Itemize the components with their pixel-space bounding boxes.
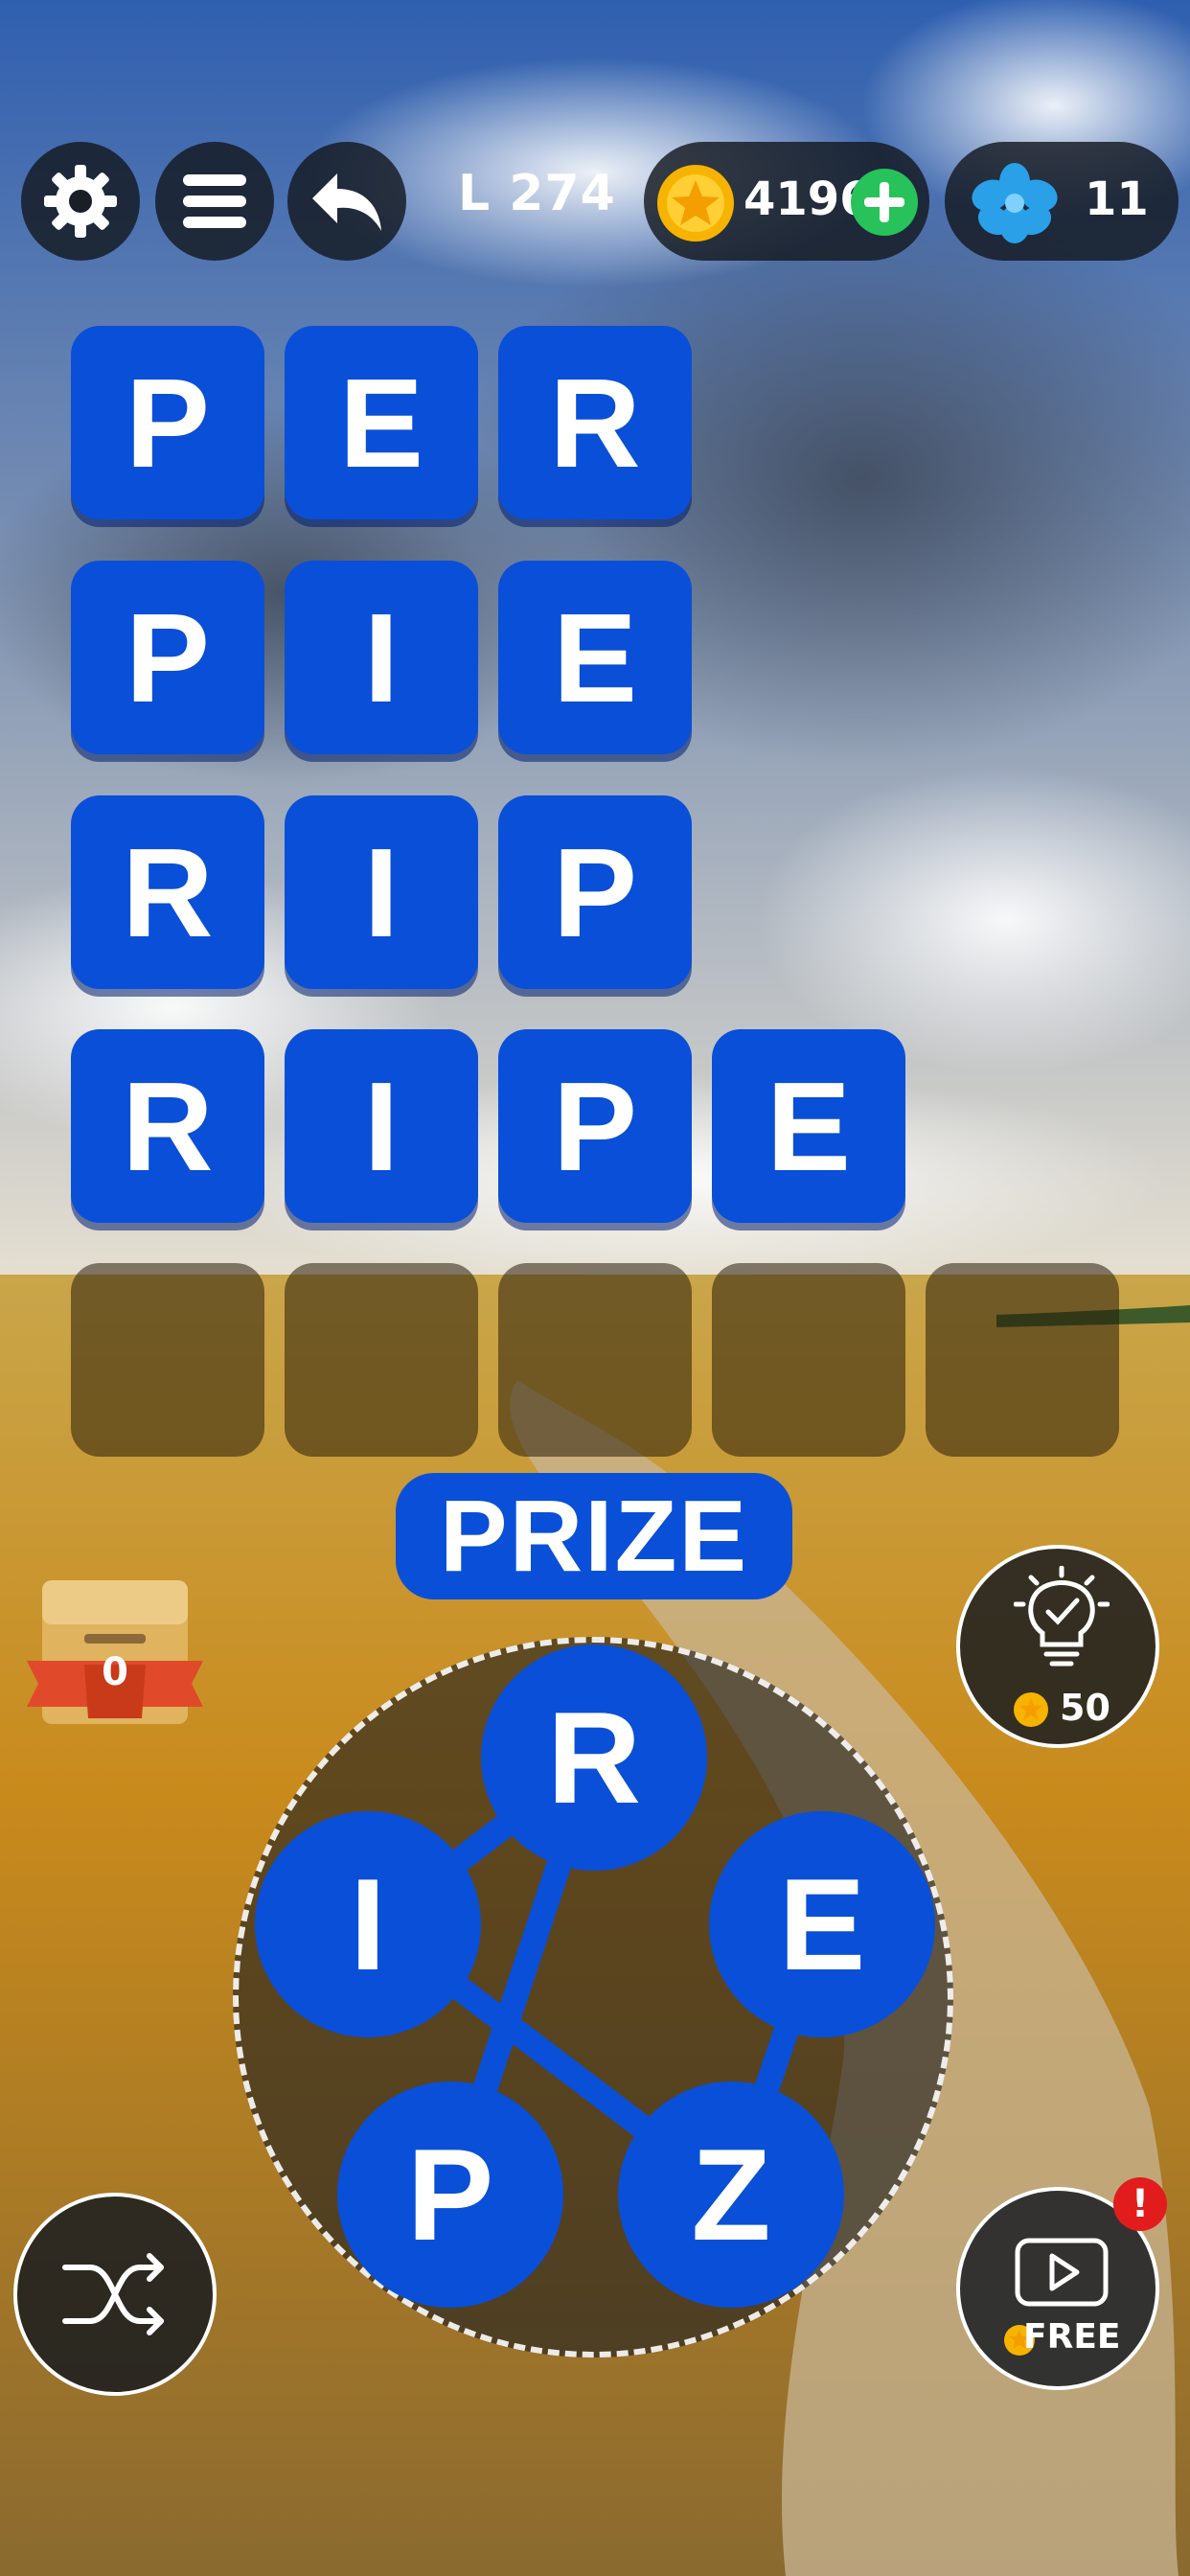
shuffle-icon <box>62 2253 164 2335</box>
wheel-letter[interactable]: E <box>709 1811 935 2037</box>
wheel-letter[interactable]: P <box>337 2082 563 2308</box>
wheel-letter[interactable]: I <box>255 1811 481 2037</box>
notification-badge: ! <box>1113 2177 1167 2231</box>
wheel-letter[interactable]: Z <box>618 2082 844 2308</box>
shuffle-button[interactable] <box>13 2193 217 2396</box>
free-label: FREE <box>1023 2317 1121 2357</box>
swipe-path <box>363 1745 835 2207</box>
video-play-icon <box>1015 2238 1109 2307</box>
wheel-letter[interactable]: R <box>481 1644 707 1871</box>
